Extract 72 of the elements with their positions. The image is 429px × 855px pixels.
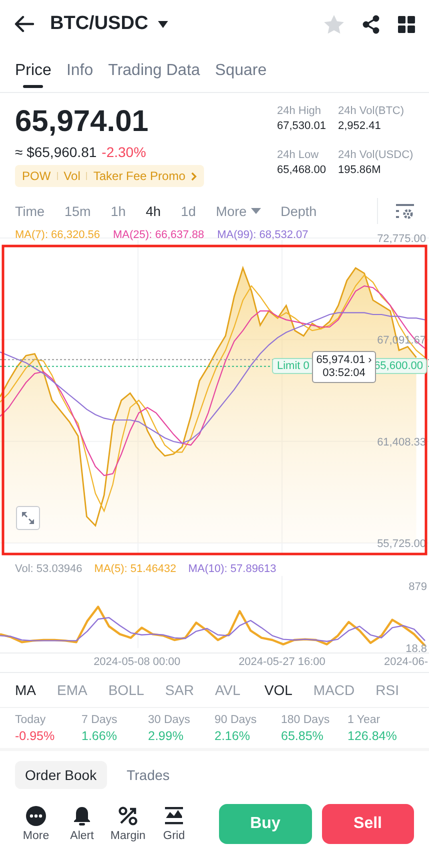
tag-text: Taker Fee Promo (93, 169, 186, 183)
indicator-tab[interactable]: VOL (264, 682, 292, 698)
indicator-value: MA(99): 68,532.07 (217, 229, 308, 241)
axis-label: 72,775.00 (377, 233, 426, 245)
tooltip-price: 65,974.01 (316, 354, 366, 367)
tab[interactable]: Trading Data (108, 56, 200, 88)
period-label: 30 Days (148, 714, 192, 726)
chevron-text: › (368, 354, 372, 367)
axis-label: 2024-05-08 00:00 (94, 656, 180, 668)
price-change: -2.30% (102, 144, 146, 160)
interval-tab[interactable]: 15m (64, 204, 91, 218)
stat-label: 24h Vol(USDC) (338, 148, 414, 160)
stat-value: 195.86M (338, 164, 382, 176)
interval-tab[interactable]: 4h (146, 204, 161, 218)
axis-label: 2024-06- (384, 656, 428, 668)
price-tooltip[interactable]: 65,974.01 › 03:52:04 (312, 350, 376, 383)
period-change: 2.99% (148, 729, 184, 743)
indicator-tab[interactable]: SAR (165, 682, 194, 698)
countdown-text: 03:52:04 (322, 366, 366, 380)
tag-text: Vol (64, 169, 80, 183)
indicator-value: Vol: 53.03946 (15, 563, 82, 575)
order-label[interactable]: Limit 0 (272, 358, 314, 374)
stat-label: 24h Vol(BTC) (338, 105, 406, 117)
indicator-tab[interactable]: MACD (313, 682, 355, 698)
stat-label: 24h High (277, 105, 322, 117)
sell-button[interactable]: Sell (322, 804, 414, 844)
indicator-tab[interactable]: BOLL (108, 682, 144, 698)
fiat-price: ≈ $65,960.81 (15, 144, 97, 160)
action-button[interactable]: Margin (105, 806, 151, 842)
period-change: 65.85% (281, 729, 324, 743)
pair-title[interactable]: BTC/USDC (50, 13, 148, 35)
interval-tab[interactable]: Depth (280, 204, 317, 218)
axis-label: 879 (408, 581, 427, 593)
action-button[interactable]: Grid (151, 806, 197, 842)
axis-label: 18.8 (406, 643, 427, 655)
tab[interactable]: Price (15, 56, 52, 88)
interval-tab[interactable]: 1d (180, 204, 196, 218)
period-label: 180 Days (281, 714, 331, 726)
interval-tab[interactable]: More (216, 204, 261, 218)
period-change: 2.16% (214, 729, 251, 743)
tab[interactable]: Square (215, 56, 267, 88)
action-button[interactable]: Alert (59, 806, 105, 842)
interval-tab[interactable]: Time (15, 204, 44, 218)
buy-button[interactable]: Buy (219, 804, 312, 844)
indicator-value: MA(10): 57.89613 (188, 563, 276, 575)
indicator-tab[interactable]: RSI (376, 682, 399, 698)
tag-bar[interactable]: POW Vol Taker Fee Promo (15, 165, 204, 187)
interval-tab[interactable]: 1h (110, 204, 126, 218)
tab[interactable]: Info (66, 56, 94, 88)
period-change: 126.84% (348, 729, 398, 743)
period-label: 7 Days (82, 714, 118, 726)
last-price: 65,974.01 (15, 105, 150, 139)
book-tab[interactable]: Trades (116, 761, 180, 789)
indicator-value: MA(25): 66,637.88 (113, 229, 204, 241)
indicator-tab[interactable]: EMA (57, 682, 88, 698)
period-label: Today (15, 714, 47, 726)
stat-value: 67,530.01 (277, 120, 327, 132)
stat-value: 65,468.00 (277, 164, 327, 176)
period-change: -0.95% (15, 729, 56, 743)
tag-text: POW (22, 169, 51, 183)
stat-label: 24h Low (277, 148, 320, 160)
indicator-tab[interactable]: AVL (214, 682, 240, 698)
action-button[interactable]: More (13, 806, 59, 842)
indicator-value: MA(7): 66,320.56 (15, 229, 100, 241)
period-label: 90 Days (214, 714, 258, 726)
book-tab[interactable]: Order Book (15, 761, 107, 789)
indicator-tab[interactable]: MA (15, 682, 36, 698)
axis-label: 2024-05-27 16:00 (238, 656, 326, 668)
period-label: 1 Year (348, 714, 382, 726)
period-change: 1.66% (82, 729, 118, 743)
stat-value: 2,952.41 (338, 120, 382, 132)
indicator-value: MA(5): 51.46432 (94, 563, 176, 575)
